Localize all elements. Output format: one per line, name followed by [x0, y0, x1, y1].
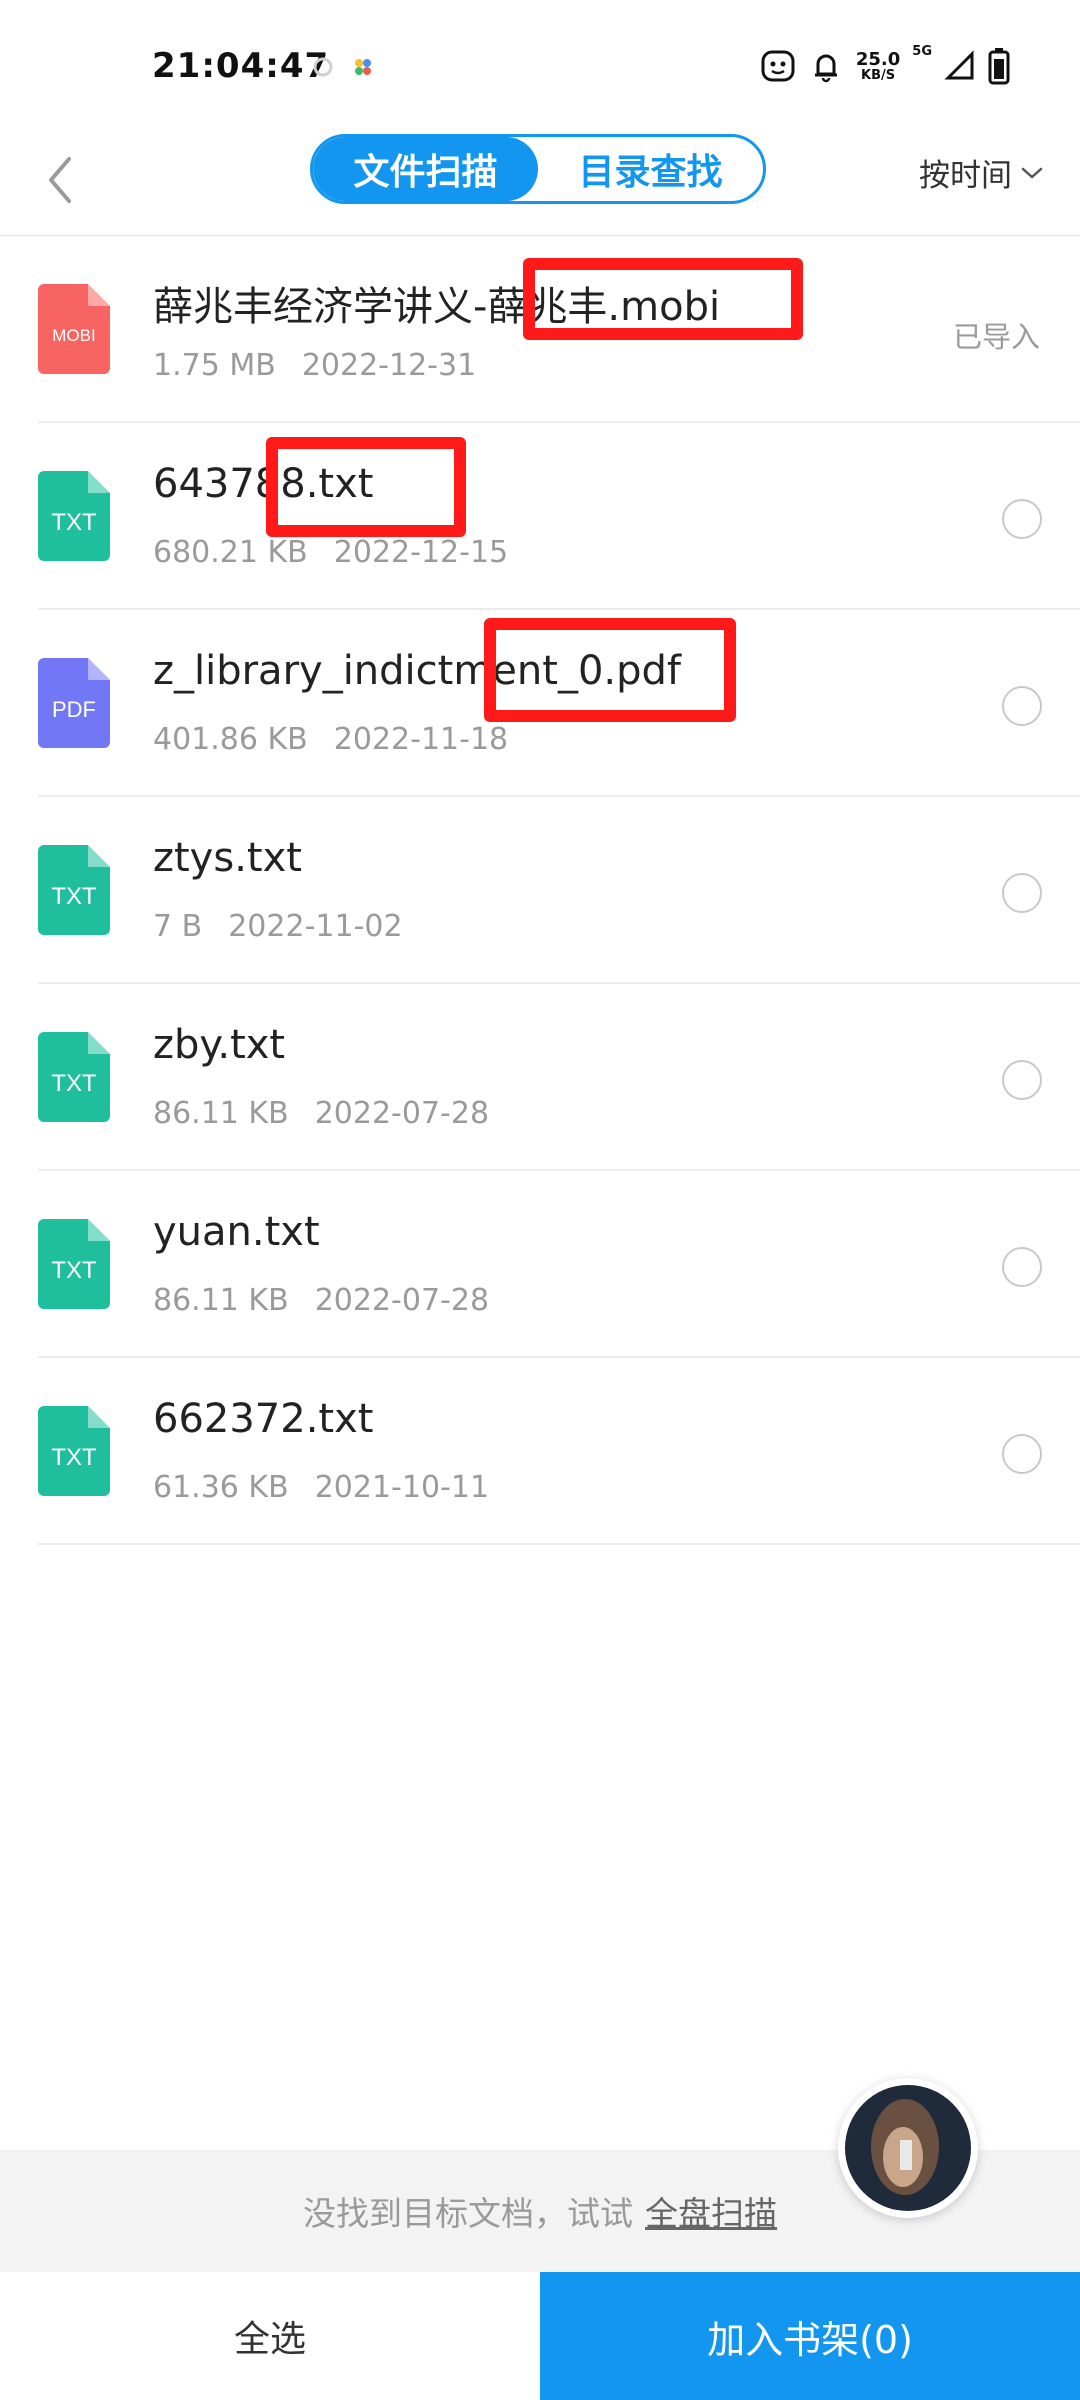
colorful-app-icon: [355, 59, 371, 75]
file-size: 401.86 KB: [153, 722, 308, 757]
bottom-action-bar: 全选 加入书架(0): [0, 2272, 1080, 2400]
file-meta: 7 B 2022-11-02: [153, 909, 403, 944]
file-row[interactable]: TXT 643788.txt 680.21 KB 2022-12-15: [38, 423, 1080, 610]
status-time: 21:04:47: [152, 46, 330, 86]
redaction-box: [484, 618, 736, 722]
imported-label: 已导入: [952, 320, 1040, 354]
txt-file-icon: TXT: [38, 471, 110, 561]
svg-text:MOBI: MOBI: [52, 326, 95, 345]
chevron-down-icon: [1021, 167, 1043, 179]
file-row[interactable]: MOBI 薛兆丰经济学讲义-薛兆丰.mobi 1.75 MB 2022-12-3…: [38, 236, 1080, 423]
select-all-button[interactable]: 全选: [0, 2272, 540, 2400]
file-meta: 1.75 MB 2022-12-31: [153, 348, 476, 383]
file-name: yuan.txt: [153, 1209, 320, 1255]
face-icon: [761, 50, 795, 82]
network-type: 5G: [912, 44, 932, 59]
select-radio[interactable]: [1002, 1247, 1042, 1287]
signal-icon: [944, 50, 974, 80]
full-disk-scan-link[interactable]: 全盘扫描: [645, 2187, 777, 2235]
top-nav: 文件扫描 目录查找 按时间: [0, 130, 1080, 236]
app-notification-icon: [313, 57, 333, 77]
file-size: 680.21 KB: [153, 535, 308, 570]
tab-file-scan[interactable]: 文件扫描: [313, 137, 538, 201]
chevron-left-icon: [49, 157, 71, 203]
file-size: 86.11 KB: [153, 1283, 289, 1318]
file-meta: 401.86 KB 2022-11-18: [153, 722, 508, 757]
file-row[interactable]: PDF z_library_indictment_0.pdf 401.86 KB…: [38, 610, 1080, 797]
select-radio[interactable]: [1002, 686, 1042, 726]
file-date: 2022-11-02: [228, 909, 403, 944]
file-meta: 61.36 KB 2021-10-11: [153, 1470, 489, 1505]
back-button[interactable]: [30, 148, 90, 212]
file-date: 2022-07-28: [314, 1096, 490, 1131]
file-size: 1.75 MB: [153, 348, 276, 383]
svg-text:TXT: TXT: [51, 1257, 97, 1284]
file-name: zby.txt: [153, 1022, 286, 1068]
floating-assistant-avatar[interactable]: [838, 2078, 978, 2218]
file-list: MOBI 薛兆丰经济学讲义-薛兆丰.mobi 1.75 MB 2022-12-3…: [0, 236, 1080, 1545]
svg-text:TXT: TXT: [51, 883, 97, 910]
file-row[interactable]: TXT yuan.txt 86.11 KB 2022-07-28: [38, 1171, 1080, 1358]
pdf-file-icon: PDF: [38, 658, 110, 748]
mobi-file-icon: MOBI: [38, 284, 110, 374]
file-date: 2022-12-15: [333, 535, 509, 570]
txt-file-icon: TXT: [38, 1406, 110, 1496]
segmented-control: 文件扫描 目录查找: [310, 134, 766, 204]
bell-off-icon: [814, 54, 837, 83]
file-size: 61.36 KB: [153, 1470, 289, 1505]
txt-file-icon: TXT: [38, 845, 110, 935]
battery-icon: [988, 48, 1010, 85]
status-bar: 21:04:47 25.0 KB/S 5G: [0, 0, 1080, 130]
svg-text:PDF: PDF: [52, 697, 96, 722]
file-date: 2021-10-11: [314, 1470, 490, 1505]
select-radio[interactable]: [1002, 873, 1042, 913]
txt-file-icon: TXT: [38, 1219, 110, 1309]
sort-dropdown[interactable]: 按时间: [919, 150, 1044, 195]
hint-text: 没找到目标文档，试试: [303, 2194, 633, 2233]
file-row[interactable]: TXT ztys.txt 7 B 2022-11-02: [38, 797, 1080, 984]
svg-text:TXT: TXT: [51, 1070, 97, 1097]
svg-text:TXT: TXT: [51, 1444, 97, 1471]
redaction-box: [266, 437, 466, 537]
file-meta: 86.11 KB 2022-07-28: [153, 1283, 489, 1318]
redaction-box: [523, 258, 803, 340]
file-name: 662372.txt: [153, 1396, 374, 1442]
select-radio[interactable]: [1002, 1060, 1042, 1100]
avatar-image: [845, 2085, 971, 2211]
svg-text:TXT: TXT: [51, 509, 97, 536]
file-size: 7 B: [153, 909, 203, 944]
file-row[interactable]: TXT zby.txt 86.11 KB 2022-07-28: [38, 984, 1080, 1171]
status-icons: 25.0 KB/S 5G: [760, 44, 1010, 88]
file-size: 86.11 KB: [153, 1096, 289, 1131]
select-radio[interactable]: [1002, 1434, 1042, 1474]
network-speed: 25.0 KB/S: [855, 48, 901, 83]
sort-label: 按时间: [919, 158, 1012, 194]
file-date: 2022-11-18: [333, 722, 509, 757]
file-row[interactable]: TXT 662372.txt 61.36 KB 2021-10-11: [38, 1358, 1080, 1545]
file-meta: 680.21 KB 2022-12-15: [153, 535, 508, 570]
file-date: 2022-07-28: [314, 1283, 490, 1318]
select-radio[interactable]: [1002, 499, 1042, 539]
file-date: 2022-12-31: [301, 348, 477, 383]
txt-file-icon: TXT: [38, 1032, 110, 1122]
add-to-bookshelf-button[interactable]: 加入书架(0): [540, 2272, 1080, 2400]
file-name: ztys.txt: [153, 835, 302, 881]
tab-directory-search[interactable]: 目录查找: [538, 137, 763, 201]
file-meta: 86.11 KB 2022-07-28: [153, 1096, 489, 1131]
